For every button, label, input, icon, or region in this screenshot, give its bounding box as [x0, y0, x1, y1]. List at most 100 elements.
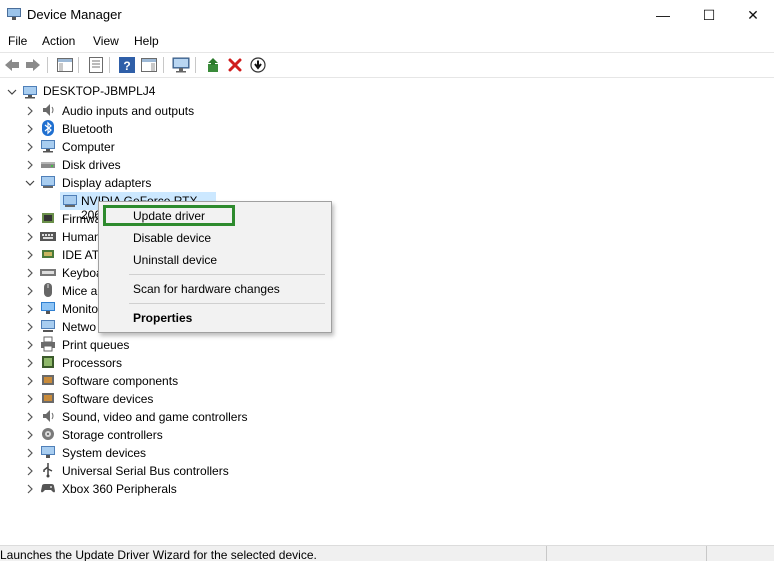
- chevron-right-icon[interactable]: [25, 448, 35, 458]
- menu-item-disable-device[interactable]: Disable device: [133, 231, 211, 245]
- uninstall-icon[interactable]: [226, 56, 244, 74]
- toolbar-separator: [195, 57, 196, 73]
- display-adapter-icon: [41, 176, 55, 188]
- chevron-right-icon[interactable]: [25, 322, 35, 332]
- action-pane-icon[interactable]: [140, 56, 158, 74]
- computer-icon: [23, 86, 37, 99]
- category-label: Bluetooth: [62, 122, 113, 136]
- menu-item-properties[interactable]: Properties: [133, 311, 192, 325]
- speaker-icon: [43, 410, 54, 422]
- download-icon[interactable]: [249, 56, 267, 74]
- toolbar-separator: [47, 57, 48, 73]
- keyboard-icon: [40, 232, 56, 241]
- toolbar-separator: [109, 57, 110, 73]
- chevron-right-icon[interactable]: [25, 124, 35, 134]
- chevron-right-icon[interactable]: [25, 304, 35, 314]
- menu-help[interactable]: Help: [134, 34, 159, 48]
- tree-root[interactable]: DESKTOP-JBMPLJ4: [0, 83, 774, 101]
- properties-icon[interactable]: [87, 56, 105, 74]
- forward-arrow-icon[interactable]: [24, 56, 42, 74]
- disk-drive-icon: [41, 162, 55, 168]
- toolbar: ?: [0, 53, 774, 78]
- software-device-icon: [42, 393, 54, 403]
- software-component-icon: [42, 375, 54, 385]
- gamepad-icon: [41, 484, 55, 493]
- menu-file[interactable]: File: [8, 34, 27, 48]
- category-label: Mice a: [62, 284, 98, 298]
- toolbar-separator: [78, 57, 79, 73]
- status-divider: [546, 546, 547, 561]
- menu-item-scan-hardware[interactable]: Scan for hardware changes: [133, 282, 280, 296]
- menu-action[interactable]: Action: [42, 34, 75, 48]
- category-label: Xbox 360 Peripherals: [62, 482, 177, 496]
- chevron-right-icon[interactable]: [25, 340, 35, 350]
- chevron-right-icon[interactable]: [25, 394, 35, 404]
- category-label: Processors: [62, 356, 123, 370]
- chevron-right-icon[interactable]: [25, 286, 35, 296]
- category-label: System devices: [62, 446, 147, 460]
- menu-view[interactable]: View: [93, 34, 119, 48]
- storage-controller-icon: [42, 428, 54, 440]
- printer-icon: [41, 336, 55, 352]
- menu-separator: [129, 274, 325, 275]
- ide-controller-icon: [42, 250, 54, 258]
- category-label: Keyboa: [62, 266, 103, 280]
- category-label: Audio inputs and outputs: [62, 104, 195, 118]
- category-label: Software components: [62, 374, 179, 388]
- category-label: Storage controllers: [62, 428, 163, 442]
- help-icon[interactable]: ?: [118, 56, 136, 74]
- chevron-right-icon[interactable]: [25, 358, 35, 368]
- chevron-right-icon[interactable]: [25, 232, 35, 242]
- chevron-right-icon[interactable]: [25, 412, 35, 422]
- device-manager-app-icon: [7, 8, 21, 20]
- menu-item-uninstall-device[interactable]: Uninstall device: [133, 253, 217, 267]
- status-bar: Launches the Update Driver Wizard for th…: [0, 545, 774, 561]
- usb-icon: [43, 463, 53, 478]
- category-label: Sound, video and game controllers: [62, 410, 248, 424]
- system-device-icon: [41, 446, 55, 458]
- highlight-annotation: [103, 205, 235, 226]
- chevron-right-icon[interactable]: [25, 160, 35, 170]
- chevron-right-icon[interactable]: [25, 106, 35, 116]
- speaker-icon: [43, 104, 54, 116]
- bluetooth-icon: [42, 120, 54, 136]
- firmware-icon: [42, 213, 54, 223]
- update-driver-icon[interactable]: [204, 56, 222, 74]
- back-arrow-icon[interactable]: [3, 56, 21, 74]
- scan-hardware-icon[interactable]: [172, 56, 190, 74]
- category-label: Software devices: [62, 392, 154, 406]
- mouse-icon: [44, 283, 52, 297]
- chevron-down-icon[interactable]: [7, 87, 17, 97]
- computer-icon: [41, 140, 55, 153]
- status-text: Launches the Update Driver Wizard for th…: [0, 548, 317, 561]
- category-label: Netwo: [62, 320, 97, 334]
- menu-separator: [129, 303, 325, 304]
- network-icon: [41, 320, 55, 332]
- category-label: Human: [62, 230, 101, 244]
- close-button[interactable]: ✕: [730, 0, 774, 30]
- window-title: Device Manager: [27, 7, 122, 22]
- chevron-right-icon[interactable]: [25, 430, 35, 440]
- chevron-right-icon[interactable]: [25, 466, 35, 476]
- keyboard-icon: [40, 269, 56, 276]
- category-label: Computer: [62, 140, 115, 154]
- chevron-down-icon[interactable]: [25, 178, 35, 188]
- status-divider: [706, 546, 707, 561]
- chevron-right-icon[interactable]: [25, 376, 35, 386]
- processor-icon: [42, 356, 54, 368]
- minimize-button[interactable]: —: [640, 0, 686, 30]
- category-label: Disk drives: [62, 158, 121, 172]
- monitor-icon: [41, 302, 55, 314]
- chevron-right-icon[interactable]: [25, 250, 35, 260]
- menu-bar: File Action View Help: [0, 30, 774, 53]
- display-adapter-icon: [63, 195, 77, 207]
- chevron-right-icon[interactable]: [25, 484, 35, 494]
- category-label: Print queues: [62, 338, 130, 352]
- maximize-button[interactable]: ☐: [686, 0, 732, 30]
- chevron-right-icon[interactable]: [25, 142, 35, 152]
- tree-root-label: DESKTOP-JBMPLJ4: [43, 84, 156, 98]
- chevron-right-icon[interactable]: [25, 268, 35, 278]
- category-label: Monito: [62, 302, 99, 316]
- chevron-right-icon[interactable]: [25, 214, 35, 224]
- show-hide-console-tree-icon[interactable]: [56, 56, 74, 74]
